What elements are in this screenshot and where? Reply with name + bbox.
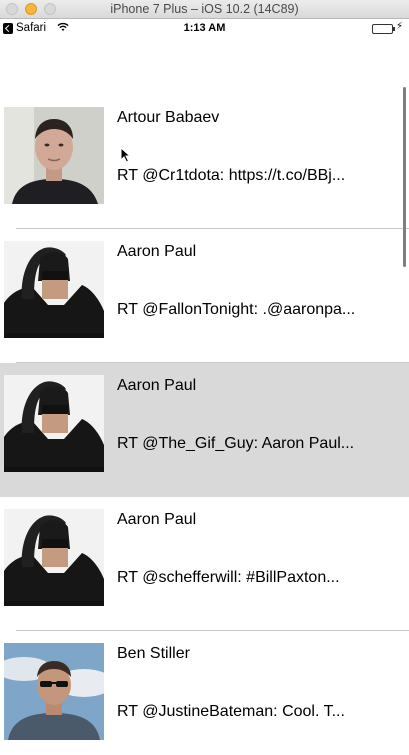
tweet-table[interactable]: Artour Babaev RT @Cr1tdota: https://t.co…: [0, 95, 409, 755]
battery-icon: [372, 24, 395, 34]
mouse-pointer-icon: [120, 146, 132, 168]
simulator-title-bar: iPhone 7 Plus – iOS 10.2 (14C89): [0, 0, 409, 19]
tweet-text: RT @The_Gif_Guy: Aaron Paul...: [117, 435, 355, 452]
tweet-author-name: Aaron Paul: [117, 377, 197, 394]
aaron-avatar: [4, 241, 104, 338]
tweet-cell[interactable]: Artour Babaev RT @Cr1tdota: https://t.co…: [0, 95, 409, 229]
tweet-text: RT @JustineBateman: Cool. T...: [117, 703, 345, 720]
artour-avatar: [4, 107, 104, 204]
ios-status-bar: Safari 1:13 AM ⚡: [0, 19, 409, 39]
aaron-avatar: [4, 509, 104, 606]
tweet-author-name: Artour Babaev: [117, 109, 220, 126]
status-time: 1:13 AM: [183, 22, 226, 34]
tweet-author-name: Aaron Paul: [117, 511, 197, 528]
aaron-avatar: [4, 375, 104, 472]
tweet-cell-selected[interactable]: Aaron Paul RT @The_Gif_Guy: Aaron Paul..…: [0, 363, 409, 497]
tweet-cell[interactable]: Aaron Paul RT @FallonTonight: .@aaronpa.…: [0, 229, 409, 363]
charging-icon: ⚡: [396, 21, 404, 32]
tweet-author-name: Ben Stiller: [117, 645, 190, 662]
tweet-author-name: Aaron Paul: [117, 243, 197, 260]
window-title: iPhone 7 Plus – iOS 10.2 (14C89): [110, 2, 299, 16]
tweet-text: RT @FallonTonight: .@aaronpa...: [117, 301, 356, 318]
ben-avatar: [4, 643, 104, 740]
tweet-text: RT @schefferwill: #BillPaxton...: [117, 569, 340, 586]
vertical-scroll-indicator[interactable]: [403, 87, 406, 267]
tweet-cell[interactable]: Ben Stiller RT @JustineBateman: Cool. T.…: [0, 631, 409, 755]
tweet-cell[interactable]: Aaron Paul RT @schefferwill: #BillPaxton…: [0, 497, 409, 631]
tweet-text: RT @Cr1tdota: https://t.co/BBj...: [117, 167, 346, 184]
